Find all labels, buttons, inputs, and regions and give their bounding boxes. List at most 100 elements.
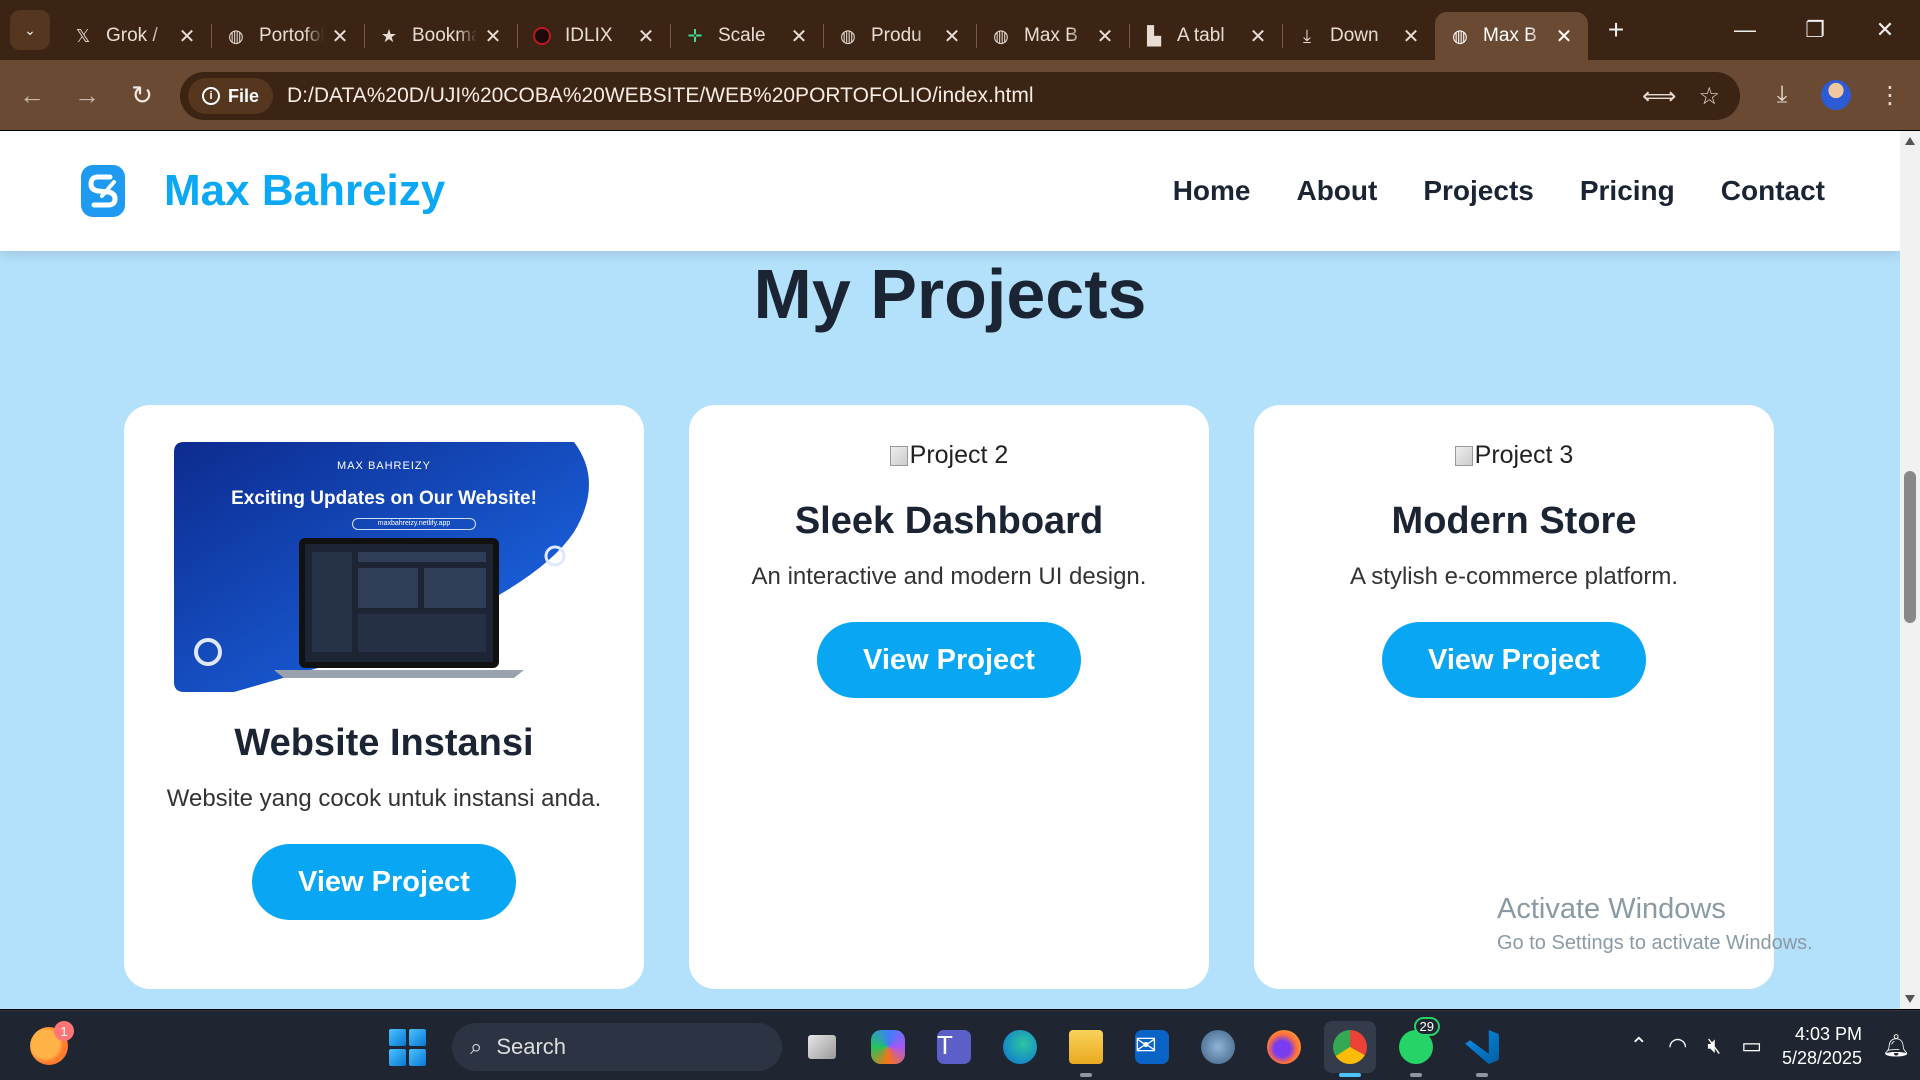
tab-bookmarks[interactable]: ★ Bookmarks ✕ [364, 12, 517, 60]
close-icon[interactable]: ✕ [483, 24, 503, 49]
file-explorer-icon[interactable] [1060, 1021, 1112, 1077]
view-project-button[interactable]: View Project [1382, 621, 1646, 698]
task-view-icon[interactable] [796, 1021, 848, 1073]
notification-badge: 1 [54, 1021, 74, 1041]
star-icon: ★ [380, 25, 398, 46]
weather-widget-icon[interactable]: 1 [30, 1021, 74, 1065]
nav-about[interactable]: About [1296, 175, 1377, 207]
edge-icon[interactable] [994, 1021, 1046, 1073]
copilot-icon[interactable] [862, 1021, 914, 1073]
firefox-icon[interactable] [1258, 1021, 1310, 1073]
notifications-icon[interactable]: 🔔︎ [1882, 1033, 1910, 1059]
nav-projects[interactable]: Projects [1423, 175, 1534, 207]
scroll-down-icon[interactable] [1905, 995, 1915, 1003]
volume-muted-icon[interactable]: 🔇︎ [1707, 1033, 1721, 1059]
view-project-button[interactable]: View Project [252, 843, 516, 920]
site-header: Max Bahreizy Home About Projects Pricing… [0, 131, 1900, 251]
whatsapp-icon[interactable]: 29 [1390, 1017, 1442, 1077]
tab-list: 𝕏 Grok / ✕ ◍ Portofolio ✕ ★ Bookmarks ✕ … [58, 0, 1588, 60]
tab-produ[interactable]: ◍ Produ ✕ [823, 12, 976, 60]
profile-button[interactable] [1816, 75, 1856, 115]
thumbnail-headline: Exciting Updates on Our Website! [231, 488, 537, 509]
tab-search-button[interactable]: ⌄ [10, 10, 50, 50]
battery-icon[interactable]: ▭ [1741, 1033, 1762, 1059]
url-text[interactable]: D:/DATA%20D/UJI%20COBA%20WEBSITE/WEB%20P… [287, 84, 1034, 108]
clock[interactable]: 4:03 PM 5/28/2025 [1782, 1022, 1862, 1071]
scroll-up-icon[interactable] [1905, 137, 1915, 145]
menu-button[interactable]: ⋮ [1870, 75, 1910, 115]
chrome-icon[interactable] [1324, 1021, 1376, 1077]
main-nav: Home About Projects Pricing Contact [1173, 175, 1825, 207]
bookmark-star-icon[interactable]: ☆ [1698, 82, 1720, 111]
chevron-up-icon[interactable]: ⌃ [1630, 1033, 1648, 1059]
close-icon[interactable]: ✕ [1095, 24, 1115, 49]
globe-icon: ◍ [840, 25, 856, 46]
close-icon[interactable]: ✕ [1554, 24, 1574, 49]
info-icon: i [202, 87, 220, 105]
tab-scale[interactable]: ✛ Scale ✕ [670, 12, 823, 60]
minimize-button[interactable]: — [1710, 0, 1780, 60]
project-thumbnail: MAX BAHREIZY Exciting Updates on Our Web… [174, 442, 594, 692]
tab-idlix[interactable]: IDLIX ✕ [517, 12, 670, 60]
downloads-button[interactable]: ⤓ [1762, 75, 1802, 115]
back-button[interactable]: ← [9, 72, 55, 118]
close-icon[interactable]: ✕ [1248, 24, 1268, 49]
forward-button[interactable]: → [64, 72, 110, 118]
project-image-broken: Project 2 [689, 441, 1209, 470]
new-tab-button[interactable]: + [1596, 10, 1636, 50]
close-icon[interactable]: ✕ [177, 24, 197, 49]
tab-a-table[interactable]: ▙ A tabl ✕ [1129, 12, 1282, 60]
chevron-down-icon: ⌄ [24, 21, 36, 38]
close-window-button[interactable]: ✕ [1850, 0, 1920, 60]
download-icon: ⤓ [1776, 81, 1788, 108]
outlook-icon[interactable]: ✉ [1126, 1021, 1178, 1073]
search-icon: ⌕ [470, 1034, 483, 1059]
globe-icon: ◍ [228, 25, 244, 46]
dev-tool-icon[interactable] [1192, 1021, 1244, 1073]
tab-grok[interactable]: 𝕏 Grok / ✕ [58, 12, 211, 60]
more-vertical-icon: ⋮ [1878, 81, 1902, 109]
thumbnail-url-pill: maxbahreizy.netlify.app [352, 518, 476, 530]
nav-pricing[interactable]: Pricing [1580, 175, 1675, 207]
reload-icon: ↻ [131, 79, 153, 110]
globe-icon: ◍ [993, 25, 1009, 46]
page-scrollbar[interactable] [1900, 131, 1920, 1009]
close-icon[interactable]: ✕ [942, 24, 962, 49]
project-title: Website Instansi [234, 722, 534, 764]
scroll-thumb[interactable] [1904, 471, 1916, 623]
teams-icon[interactable]: T [928, 1021, 980, 1073]
tab-max-b-active[interactable]: ◍ Max B ✕ [1435, 12, 1588, 60]
thumbnail-brand: MAX BAHREIZY [337, 460, 431, 472]
view-project-button[interactable]: View Project [817, 621, 1081, 698]
download-icon: ⤓ [1303, 25, 1311, 46]
minimize-icon: — [1734, 17, 1756, 42]
avatar [1821, 80, 1851, 110]
brand-name[interactable]: Max Bahreizy [164, 166, 445, 216]
close-icon[interactable]: ✕ [789, 24, 809, 49]
restore-button[interactable]: ❐ [1780, 0, 1850, 60]
close-icon[interactable]: ✕ [636, 24, 656, 49]
close-icon[interactable]: ✕ [1401, 24, 1421, 49]
tab-max-b-1[interactable]: ◍ Max B ✕ [976, 12, 1129, 60]
tab-downloads[interactable]: ⤓ Down ✕ [1282, 12, 1435, 60]
wifi-icon[interactable]: ◠ [1668, 1033, 1687, 1059]
arrow-left-icon: ← [19, 79, 45, 110]
arrow-right-icon: → [74, 79, 100, 110]
taskbar-search[interactable]: ⌕ Search [452, 1023, 782, 1071]
project-description: A stylish e-commerce platform. [1349, 563, 1679, 590]
close-icon[interactable]: ✕ [330, 24, 350, 49]
activate-windows-watermark: Activate Windows Go to Settings to activ… [1497, 893, 1813, 954]
tab-strip: ⌄ 𝕏 Grok / ✕ ◍ Portofolio ✕ ★ Bookmarks … [0, 0, 1920, 60]
address-bar[interactable]: i File D:/DATA%20D/UJI%20COBA%20WEBSITE/… [180, 72, 1740, 120]
translate-icon[interactable]: ⟺ [1642, 82, 1676, 111]
site-info-chip[interactable]: i File [188, 78, 274, 114]
tab-portofolio[interactable]: ◍ Portofolio ✕ [211, 12, 364, 60]
vscode-icon[interactable] [1456, 1021, 1508, 1077]
nav-contact[interactable]: Contact [1721, 175, 1825, 207]
brand-logo-icon[interactable] [80, 164, 126, 218]
plus-icon: + [1607, 14, 1625, 45]
page-viewport: Max Bahreizy Home About Projects Pricing… [0, 131, 1900, 1009]
nav-home[interactable]: Home [1173, 175, 1251, 207]
reload-button[interactable]: ↻ [119, 72, 165, 118]
start-button[interactable] [382, 1022, 432, 1072]
